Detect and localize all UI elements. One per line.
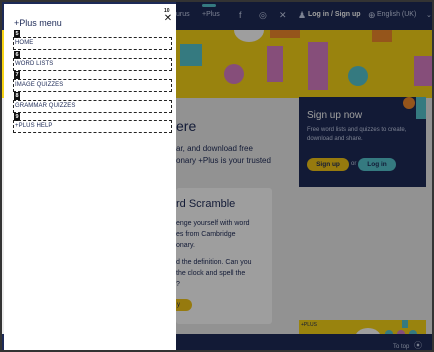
menu-item-label: IMAGE QUIZZES <box>15 82 64 88</box>
menu-item-label: WORD LISTS <box>15 61 54 67</box>
menu-item-label: HOME <box>15 40 34 46</box>
plus-side-menu: +Plus menu 10 ✕ 5 HOME 6 WORD LISTS 7 IM… <box>4 4 176 350</box>
menu-item-grammar-quizzes[interactable]: GRAMMAR QUIZZES <box>13 100 172 113</box>
menu-item-badge: 8 <box>14 92 20 100</box>
modal-overlay[interactable] <box>176 2 432 350</box>
menu-item-home[interactable]: HOME <box>13 37 172 50</box>
menu-title: +Plus menu <box>14 18 62 28</box>
menu-item-image-quizzes[interactable]: IMAGE QUIZZES <box>13 79 172 92</box>
browser-viewport: urus +Plus f ◎ ✕ ♟ Log in / Sign up ⊕ En… <box>0 0 434 352</box>
menu-item-label: GRAMMAR QUIZZES <box>15 103 76 109</box>
menu-item-plus-help[interactable]: +PLUS HELP <box>13 120 172 133</box>
menu-item-word-lists[interactable]: WORD LISTS <box>13 58 172 71</box>
menu-item-label: +PLUS HELP <box>15 123 53 129</box>
menu-item-badge: 7 <box>14 71 20 79</box>
close-menu-button[interactable]: ✕ <box>162 14 174 28</box>
close-icon: ✕ <box>163 13 173 24</box>
